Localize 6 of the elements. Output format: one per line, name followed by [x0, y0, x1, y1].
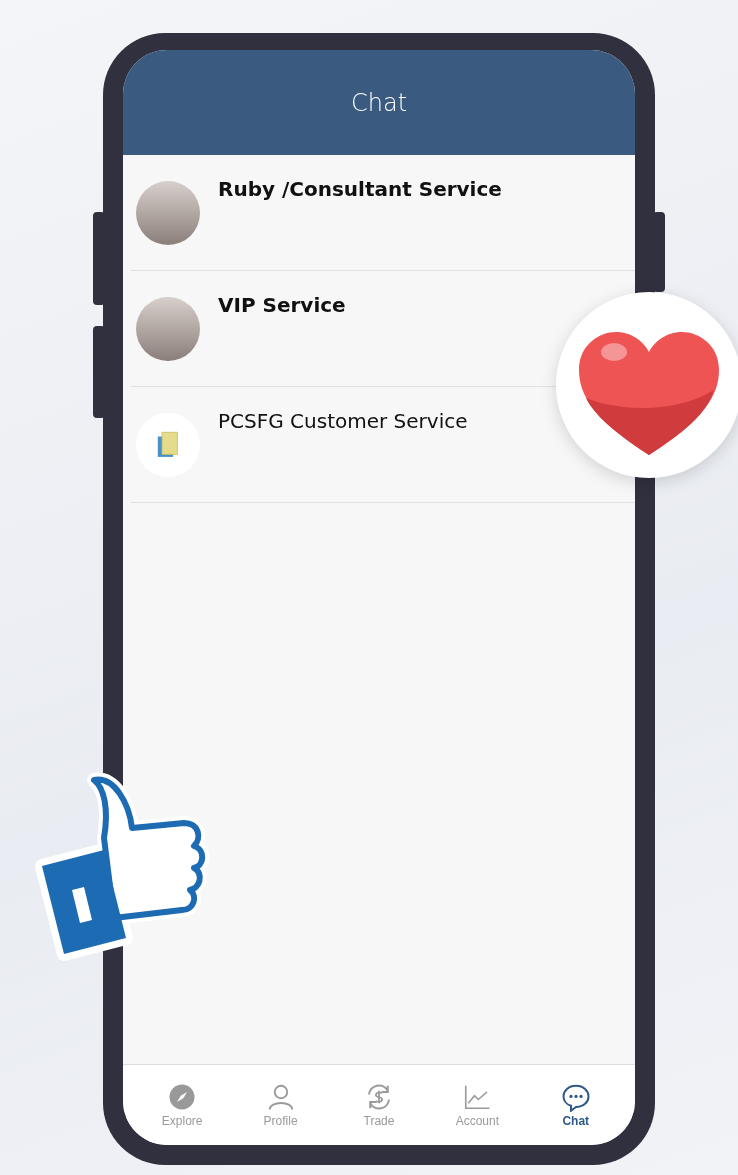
chat-name[interactable]: VIP Service [218, 293, 346, 317]
screen-title: Chat [350, 88, 408, 117]
chat-bubble-icon [560, 1082, 591, 1112]
chat-name[interactable]: PCSFG Customer Service [218, 409, 468, 433]
chat-name[interactable]: Ruby /Consultant Service [218, 177, 502, 201]
tab[interactable]: Chat [535, 1082, 616, 1128]
